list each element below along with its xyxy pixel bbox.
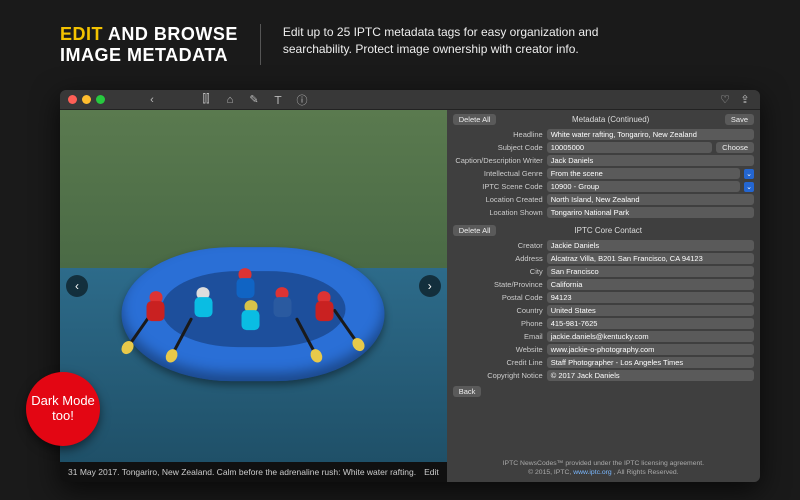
main-image: ‹ › — [60, 110, 447, 462]
field-label: Intellectual Genre — [453, 169, 543, 178]
image-viewer: ‹ › 31 May 2017. Tongariro, New Zealand.… — [60, 110, 447, 482]
titlebar: ‹ ⫿⫿ ⌂ ✎ Ｔ ⓘ ♡ ⇪ — [60, 90, 760, 110]
address-field[interactable]: Alcatraz Villa, B201 San Francisco, CA 9… — [547, 253, 754, 264]
tool-ruler-icon[interactable]: Ｔ — [271, 93, 285, 107]
panel-title-metadata: Metadata (Continued) — [496, 115, 724, 124]
copyright-field[interactable]: © 2017 Jack Daniels — [547, 370, 754, 381]
field-label: Headline — [453, 130, 543, 139]
field-label: Email — [453, 332, 543, 341]
location-created-field[interactable]: North Island, New Zealand — [547, 194, 754, 205]
window-close-button[interactable] — [68, 95, 77, 104]
prev-image-button[interactable]: ‹ — [66, 275, 88, 297]
email-field[interactable]: jackie.daniels@kentucky.com — [547, 331, 754, 342]
promo-body: Edit up to 25 IPTC metadata tags for eas… — [261, 24, 661, 59]
field-label: Creator — [453, 241, 543, 250]
tool-info-icon[interactable]: ⓘ — [295, 93, 309, 107]
country-field[interactable]: United States — [547, 305, 754, 316]
iptc-link[interactable]: www.iptc.org — [573, 469, 612, 476]
delete-all-contact-button[interactable]: Delete All — [453, 225, 497, 236]
city-field[interactable]: San Francisco — [547, 266, 754, 277]
field-label: Address — [453, 254, 543, 263]
panel-title-contact: IPTC Core Contact — [496, 226, 720, 235]
field-label: Subject Code — [453, 143, 543, 152]
dropdown-icon[interactable]: ⌄ — [744, 169, 754, 179]
field-label: Caption/Description Writer — [453, 156, 543, 165]
field-label: City — [453, 267, 543, 276]
iptc-scene-code-field[interactable]: 10900 - Group — [547, 181, 740, 192]
field-label: Copyright Notice — [453, 371, 543, 380]
save-button[interactable]: Save — [725, 114, 754, 125]
app-window: ‹ ⫿⫿ ⌂ ✎ Ｔ ⓘ ♡ ⇪ — [60, 90, 760, 482]
website-field[interactable]: www.jackie-o-photography.com — [547, 344, 754, 355]
subject-code-field[interactable]: 10005000 — [547, 142, 712, 153]
headline-field[interactable]: White water rafting, Tongariro, New Zeal… — [547, 129, 754, 140]
caption-text: 31 May 2017. Tongariro, New Zealand. Cal… — [68, 467, 416, 477]
tool-tag-icon[interactable]: ⌂ — [223, 93, 237, 107]
intellectual-genre-field[interactable]: From the scene — [547, 168, 740, 179]
delete-all-button[interactable]: Delete All — [453, 114, 497, 125]
caption-writer-field[interactable]: Jack Daniels — [547, 155, 754, 166]
choose-button[interactable]: Choose — [716, 142, 754, 153]
state-field[interactable]: California — [547, 279, 754, 290]
phone-field[interactable]: 415-981-7625 — [547, 318, 754, 329]
field-label: State/Province — [453, 280, 543, 289]
field-label: Location Shown — [453, 208, 543, 217]
promo-headline: EDIT AND BROWSE IMAGE METADATA — [60, 24, 261, 65]
field-label: Website — [453, 345, 543, 354]
share-icon[interactable]: ⇪ — [738, 93, 752, 107]
favorite-icon[interactable]: ♡ — [718, 93, 732, 107]
credit-line-field[interactable]: Staff Photographer - Los Angeles Times — [547, 357, 754, 368]
field-label: Phone — [453, 319, 543, 328]
creator-field[interactable]: Jackie Daniels — [547, 240, 754, 251]
postal-code-field[interactable]: 94123 — [547, 292, 754, 303]
window-maximize-button[interactable] — [96, 95, 105, 104]
tool-splitview-icon[interactable]: ⫿⫿ — [199, 93, 213, 107]
tool-edit-icon[interactable]: ✎ — [247, 93, 261, 107]
credits: IPTC NewsCodes™ provided under the IPTC … — [453, 455, 754, 478]
caption-bar: 31 May 2017. Tongariro, New Zealand. Cal… — [60, 462, 447, 482]
back-button[interactable]: Back — [453, 386, 482, 397]
field-label: Location Created — [453, 195, 543, 204]
dark-mode-badge: Dark Mode too! — [26, 372, 100, 446]
edit-caption-link[interactable]: Edit — [424, 467, 439, 477]
field-label: IPTC Scene Code — [453, 182, 543, 191]
metadata-panel: Delete All Metadata (Continued) Save Hea… — [447, 110, 760, 482]
back-icon[interactable]: ‹ — [145, 93, 159, 107]
field-label: Credit Line — [453, 358, 543, 367]
field-label: Country — [453, 306, 543, 315]
field-label: Postal Code — [453, 293, 543, 302]
dropdown-icon[interactable]: ⌄ — [744, 182, 754, 192]
next-image-button[interactable]: › — [419, 275, 441, 297]
window-minimize-button[interactable] — [82, 95, 91, 104]
location-shown-field[interactable]: Tongariro National Park — [547, 207, 754, 218]
